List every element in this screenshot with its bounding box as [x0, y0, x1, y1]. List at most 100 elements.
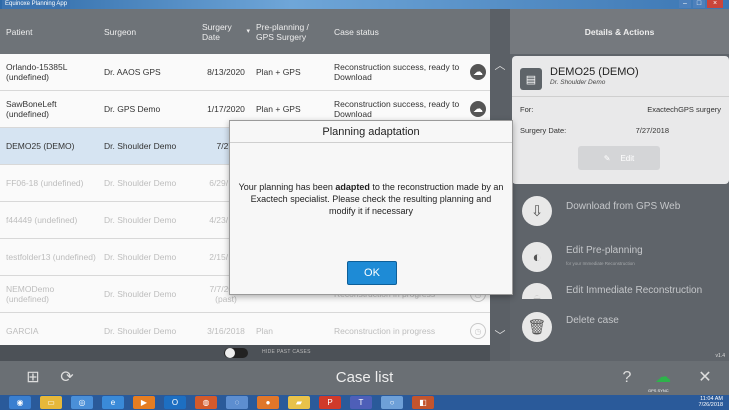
action-sublabel: for your Immediate Reconstruction	[566, 261, 635, 266]
action-label: Edit Immediate Reconstruction	[566, 285, 703, 296]
surgeon-cell: Dr. Shoulder Demo	[104, 326, 177, 336]
table-header: Patient Surgeon Surgery Date ▾ Pre-planni…	[0, 9, 490, 54]
teams-icon[interactable]: T	[350, 396, 372, 409]
header-preplanning[interactable]: Pre-planning / GPS Surgery	[250, 9, 328, 54]
edit-reconstruction-action[interactable]: ◒ Edit Immediate Reconstruction	[510, 277, 729, 299]
surgeon-cell: Dr. Shoulder Demo	[104, 215, 177, 225]
close-button[interactable]: ×	[707, 0, 723, 8]
status-cell: Reconstruction success, ready to Downloa…	[334, 99, 460, 119]
date-cell: 1/17/2020	[207, 104, 245, 114]
status-cell: Reconstruction success, ready to Downloa…	[334, 62, 460, 82]
surgeon-cell: Dr. Shoulder Demo	[104, 289, 177, 299]
hide-past-cases-label: HIDE PAST CASES	[262, 349, 311, 355]
toggle-knob	[225, 348, 235, 358]
trash-icon: 🗑	[522, 312, 552, 342]
edit-button[interactable]: ✎ Edit	[578, 146, 660, 170]
filter-bar: HIDE PAST CASES	[0, 345, 490, 361]
action-label: Download from GPS Web	[566, 201, 681, 212]
surgeon-cell: Dr. Shoulder Demo	[104, 178, 177, 188]
preplanning-cell: Plan + GPS	[256, 104, 301, 114]
for-label: For:	[520, 105, 534, 114]
status-cell: Reconstruction in progress	[334, 326, 436, 336]
surgery-date-value: 7/27/2018	[635, 126, 669, 135]
app3-icon[interactable]: ◧	[412, 396, 434, 409]
action-label: Delete case	[566, 315, 619, 326]
surgeon-cell: Dr. GPS Demo	[104, 104, 161, 114]
scroll-up-icon[interactable]: ︿	[493, 59, 507, 73]
app-icon[interactable]: ◍	[195, 396, 217, 409]
patient-cell: NEMODemo (undefined)	[6, 284, 55, 304]
dialog-title: Planning adaptation	[230, 121, 512, 143]
version-label: v1.4	[715, 353, 725, 359]
header-surgery-date[interactable]: Surgery Date ▾	[196, 9, 250, 54]
ok-button[interactable]: OK	[347, 261, 397, 285]
scroll-down-icon[interactable]: ﹀	[493, 329, 507, 343]
patient-cell: GARCIA	[6, 326, 39, 336]
minimize-button[interactable]: –	[679, 0, 691, 8]
powerpoint-icon[interactable]: P	[319, 396, 341, 409]
date-cell: 8/13/2020	[207, 67, 245, 77]
details-panel: Details & Actions ▤ DEMO25 (DEMO) Dr. Sh…	[510, 9, 729, 361]
file-explorer-icon[interactable]: ▭	[40, 396, 62, 409]
ie-icon[interactable]: e	[102, 396, 124, 409]
window-title: Equinoxe Planning App	[2, 0, 71, 9]
surgeon-cell: Dr. Shoulder Demo	[104, 141, 177, 151]
cloud-download-icon[interactable]: ☁	[470, 101, 486, 117]
planning-adaptation-dialog: Planning adaptation Your planning has be…	[229, 120, 513, 295]
header-surgeon[interactable]: Surgeon	[98, 9, 196, 54]
preplanning-cell: Plan + GPS	[256, 67, 301, 77]
start-orb-icon[interactable]: ◉	[9, 396, 31, 409]
cloud-download-icon: ⇩	[522, 196, 552, 226]
patient-cell: Orlando-15385L (undefined)	[6, 62, 68, 82]
header-date-label: Surgery Date	[202, 21, 232, 42]
close-x-icon[interactable]: ✕	[694, 367, 716, 389]
surgeon-cell: Dr. Shoulder Demo	[104, 252, 177, 262]
case-title: DEMO25 (DEMO)	[550, 66, 639, 78]
case-details-card: ▤ DEMO25 (DEMO) Dr. Shoulder Demo For: E…	[512, 56, 729, 184]
date-cell: 3/16/2018	[207, 326, 245, 336]
download-gps-action[interactable]: ⇩ Download from GPS Web	[510, 189, 729, 233]
dialog-message: Your planning has been adapted to the re…	[238, 181, 504, 217]
app2-icon[interactable]: ◌	[226, 396, 248, 409]
edit-preplanning-action[interactable]: ◐ Edit Pre-planning for your Immediate R…	[510, 235, 729, 279]
preplanning-cell: Plan	[256, 326, 274, 336]
search-icon[interactable]: ○	[381, 396, 403, 409]
table-row[interactable]: Orlando-15385L (undefined) Dr. AAOS GPS 8/…	[0, 54, 490, 91]
media-icon[interactable]: ▶	[133, 396, 155, 409]
maximize-button[interactable]: □	[693, 0, 705, 8]
patient-cell: DEMO25 (DEMO)	[6, 141, 75, 151]
delete-case-action[interactable]: 🗑 Delete case	[510, 305, 729, 349]
edit-label: Edit	[620, 153, 635, 163]
details-header: Details & Actions	[510, 9, 729, 54]
for-value: ExactechGPS surgery	[647, 105, 721, 114]
folder-icon[interactable]: ▰	[288, 396, 310, 409]
firefox-icon[interactable]: ●	[257, 396, 279, 409]
windows-taskbar: ◉ ▭ ◎ e ▶ O ◍ ◌ ● ▰ P T ○ ◧ 11:04 AM 7/2…	[0, 395, 729, 410]
patient-cell: testfolder13 (undefined)	[6, 252, 96, 262]
help-icon[interactable]: ?	[616, 367, 638, 389]
gps-sync-icon[interactable]: ☁	[652, 367, 674, 389]
msg-part-1: Your planning has been	[238, 182, 336, 192]
header-case-status[interactable]: Case status	[328, 9, 490, 54]
bottom-bar: ⊞ ⟳ Case list ? ☁ GPS SYNC ✕	[0, 361, 729, 395]
clock-date: 7/26/2018	[698, 402, 723, 408]
cloud-download-icon[interactable]: ☁	[470, 64, 486, 80]
pencil-icon: ✎	[603, 153, 611, 163]
patient-cell: FF06-18 (undefined)	[6, 178, 84, 188]
reconstruction-icon: ◒	[522, 283, 552, 299]
window-titlebar: Equinoxe Planning App – □ ×	[0, 0, 729, 9]
case-folder-icon: ▤	[520, 68, 542, 90]
header-patient[interactable]: Patient	[0, 9, 98, 54]
patient-cell: SawBoneLeft (undefined)	[6, 99, 57, 119]
action-label: Edit Pre-planning	[566, 245, 643, 256]
case-surgeon: Dr. Shoulder Demo	[550, 79, 606, 86]
divider	[512, 96, 729, 97]
surgery-date-label: Surgery Date:	[520, 126, 567, 135]
hide-past-cases-toggle[interactable]	[224, 348, 248, 358]
msg-bold: adapted	[335, 182, 370, 192]
surgeon-cell: Dr. AAOS GPS	[104, 67, 161, 77]
outlook-icon[interactable]: O	[164, 396, 186, 409]
chrome-icon[interactable]: ◎	[71, 396, 93, 409]
system-tray[interactable]: 11:04 AM 7/26/2018	[699, 396, 723, 408]
clock-icon[interactable]: ◷	[470, 323, 486, 339]
